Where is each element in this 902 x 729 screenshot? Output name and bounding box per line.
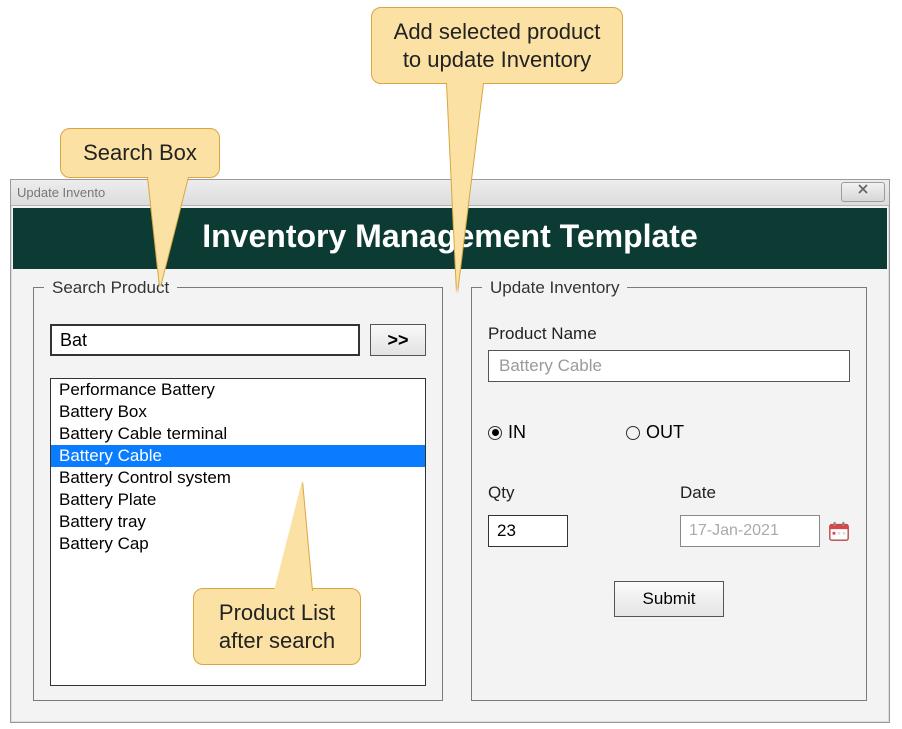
close-button[interactable] xyxy=(841,182,885,202)
radio-in-label: IN xyxy=(508,422,526,443)
list-item[interactable]: Battery Control system xyxy=(51,467,425,489)
radio-out-dot xyxy=(626,426,640,440)
update-inventory-group: Update Inventory Product Name IN OUT Qty xyxy=(471,287,867,701)
qty-field[interactable] xyxy=(488,515,568,547)
callout-add-button-text: Add selected product to update Inventory xyxy=(394,19,601,72)
callout-product-list-text: Product List after search xyxy=(219,600,335,653)
form-body: Search Product >> Performance BatteryBat… xyxy=(11,269,889,723)
list-item[interactable]: Battery Box xyxy=(51,401,425,423)
date-field[interactable] xyxy=(680,515,820,547)
window-title: Update Invento xyxy=(17,185,105,200)
callout-search-box: Search Box xyxy=(60,128,220,178)
list-item[interactable]: Battery Cable xyxy=(51,445,425,467)
radio-in-dot xyxy=(488,426,502,440)
list-item[interactable]: Battery Cable terminal xyxy=(51,423,425,445)
product-name-field[interactable] xyxy=(488,350,850,382)
product-name-label: Product Name xyxy=(488,324,850,344)
callout-add-button: Add selected product to update Inventory xyxy=(371,7,623,84)
callout-search-box-text: Search Box xyxy=(83,140,197,165)
date-label: Date xyxy=(680,483,850,503)
search-input[interactable] xyxy=(50,324,360,356)
close-icon xyxy=(857,183,869,195)
radio-out-label: OUT xyxy=(646,422,684,443)
list-item[interactable]: Battery Plate xyxy=(51,489,425,511)
radio-in[interactable]: IN xyxy=(488,422,526,443)
calendar-icon[interactable] xyxy=(828,520,850,542)
add-to-inventory-button[interactable]: >> xyxy=(370,324,426,356)
radio-out[interactable]: OUT xyxy=(626,422,684,443)
update-inventory-legend: Update Inventory xyxy=(482,278,627,298)
qty-label: Qty xyxy=(488,483,568,503)
submit-button[interactable]: Submit xyxy=(614,581,724,617)
callout-product-list: Product List after search xyxy=(193,588,361,665)
list-item[interactable]: Performance Battery xyxy=(51,379,425,401)
list-item[interactable]: Battery tray xyxy=(51,511,425,533)
list-item[interactable]: Battery Cap xyxy=(51,533,425,555)
